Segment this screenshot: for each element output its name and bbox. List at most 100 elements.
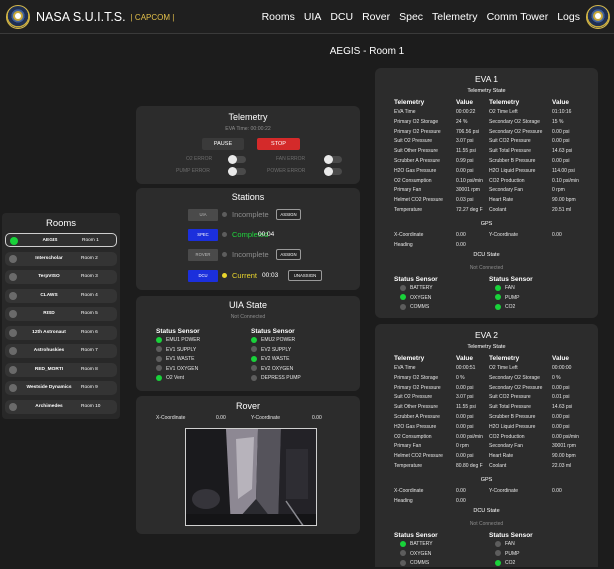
telemetry-label: Primary O2 Storage (394, 118, 439, 125)
telemetry-value: 72.27 deg F (456, 206, 483, 213)
telemetry-value: 0.01 psi (552, 394, 570, 401)
telemetry-value: 00:00:51 (456, 365, 476, 371)
telemetry-label: Scrubber A Pressure (394, 157, 440, 164)
sensor-dot (251, 355, 257, 362)
telemetry-state-title: Telemetry State (467, 344, 506, 350)
telemetry-row: Primary O2 Pressure 706.56 psi (394, 128, 479, 138)
room-item[interactable]: 12th Astronaut Room 6 (5, 325, 117, 340)
sensor-label: EMU2 POWER (261, 337, 296, 343)
sensor-dot (251, 336, 257, 343)
telemetry-label: Heart Rate (489, 453, 514, 460)
telemetry-value: 0.00 psi (456, 423, 474, 430)
telemetry-row: Secondary Fan 30001 rpm (489, 442, 576, 452)
sensor-dot (156, 336, 162, 343)
rover-camera-image (186, 429, 316, 525)
nav-rover[interactable]: Rover (362, 11, 390, 23)
telemetry-label: Primary O2 Storage (394, 374, 439, 381)
pump-error-toggle[interactable] (228, 167, 246, 176)
nav-telemetry[interactable]: Telemetry (432, 11, 478, 23)
telemetry-label: H2O Gas Pressure (394, 167, 437, 174)
dcu-sensors-right: Status Sensor FAN PUMP CO2 (489, 276, 533, 313)
telemetry-row: Temperature 72.27 deg F (394, 206, 483, 216)
rover-x-value: 0.00 (216, 415, 226, 421)
assign-button[interactable]: ASSIGN (276, 209, 301, 220)
station-dot (222, 273, 227, 278)
gps-heading-label: Heading (394, 242, 413, 248)
room-item[interactable]: Archimedes Room 10 (5, 399, 117, 414)
gps-title: GPS (480, 477, 493, 483)
station-tag-spec: SPEC (188, 229, 218, 241)
room-item[interactable]: RISD Room 5 (5, 307, 117, 321)
top-bar: NASA S.U.I.T.S. | CAPCOM | Rooms UIA DCU … (0, 0, 614, 34)
telemetry-row: Coolant 20.51 ml (489, 206, 571, 216)
room-name: TerpVISO (38, 274, 60, 279)
telemetry-value: 0 rpm (552, 187, 565, 194)
room-name: Astrohuskies (33, 348, 65, 353)
telemetry-row: Primary O2 Storage 24 % (394, 118, 467, 128)
telemetry-row: Suit CO2 Pressure 0.01 psi (489, 393, 570, 403)
rover-y-value: 0.00 (312, 415, 322, 421)
room-item[interactable]: Astrohuskies Room 7 (5, 344, 117, 358)
nav-dcu[interactable]: DCU (330, 11, 353, 23)
telemetry-table-right: Telemetry Value O2 Time Left 00:00:00 Second… (489, 355, 579, 472)
telemetry-value: 0.00 psi (456, 453, 474, 460)
telemetry-row: Secondary Fan 0 rpm (489, 186, 565, 196)
room-status-dot (9, 384, 17, 392)
station-status: Current (232, 271, 258, 280)
dcu-sensors-left: Status Sensor BATTERY OXYGEN COMMS (394, 276, 438, 313)
station-dot (222, 212, 227, 217)
station-status: Incomplete (232, 250, 269, 259)
telemetry-row: Suit O2 Pressure 3.07 psi (394, 137, 474, 147)
dcu-sensors-left: Status Sensor BATTERY OXYGEN COMMS (394, 532, 438, 569)
telemetry-value: 0.00 psi/min (552, 433, 579, 440)
o2-error-toggle[interactable] (228, 155, 246, 164)
telemetry-row: Scrubber B Pressure 0.00 psi (489, 413, 570, 423)
uia-title: UIA State (228, 300, 268, 310)
col-value: Value (456, 355, 473, 362)
sensor-label: FAN (505, 285, 515, 291)
sensor-label: OXYGEN (410, 294, 432, 301)
room-item[interactable]: TerpVISO Room 3 (5, 270, 117, 284)
fan-error-toggle[interactable] (324, 155, 342, 164)
sensor-label: EV1 OXYGEN (166, 365, 199, 372)
sensor-dot (251, 375, 257, 382)
telemetry-value: 30001 rpm (456, 187, 480, 194)
stop-button[interactable]: STOP (257, 138, 300, 150)
room-item[interactable]: RED_MORTI Room 8 (5, 362, 117, 377)
sensor-label: COMMS (410, 560, 430, 567)
telemetry-value: 114.00 psi (552, 167, 575, 174)
room-status-dot (9, 365, 17, 374)
nasa-logo-icon (586, 5, 610, 29)
nav-rooms[interactable]: Rooms (262, 11, 295, 23)
room-number: Room 7 (81, 348, 98, 353)
pump-error-label: PUMP ERROR (176, 168, 210, 174)
telemetry-row: H2O Liquid Pressure 114.00 psi (489, 167, 575, 177)
nav-uia[interactable]: UIA (304, 11, 322, 23)
assign-button[interactable]: ASSIGN (276, 249, 301, 260)
telemetry-label: H2O Liquid Pressure (489, 167, 536, 174)
room-item[interactable]: AEGIS Room 1 (5, 233, 117, 247)
nav-comm-tower[interactable]: Comm Tower (487, 11, 549, 23)
room-number: Room 9 (81, 385, 98, 390)
telemetry-row: CO2 Production 0.10 psi/min (489, 177, 579, 187)
telemetry-label: EVA Time (394, 365, 416, 371)
telemetry-value: 0.00 psi (552, 128, 570, 135)
telemetry-value: 90.00 bpm (552, 453, 576, 460)
room-item[interactable]: Westside Dynamics Room 9 (5, 381, 117, 395)
station-dot (222, 252, 227, 257)
room-item[interactable]: Interscholar Room 2 (5, 251, 117, 266)
nav-spec[interactable]: Spec (399, 11, 423, 23)
room-status-dot (9, 328, 17, 337)
unassign-button[interactable]: UNASSIGN (288, 270, 322, 281)
telemetry-label: O2 Consumption (394, 177, 432, 184)
sensor-item: EV1 SUPPLY (156, 346, 200, 356)
room-status-dot (10, 237, 18, 245)
nav-logs[interactable]: Logs (557, 11, 580, 23)
room-item[interactable]: CLAWS Room 4 (5, 288, 117, 303)
telemetry-row: O2 Time Left 00:00:00 (489, 364, 571, 374)
power-error-toggle[interactable] (324, 167, 342, 176)
gps-heading-label: Heading (394, 498, 413, 504)
pause-button[interactable]: PAUSE (202, 138, 244, 150)
station-status: Incomplete (232, 210, 269, 219)
sensor-label: O2 Vent (166, 375, 185, 382)
